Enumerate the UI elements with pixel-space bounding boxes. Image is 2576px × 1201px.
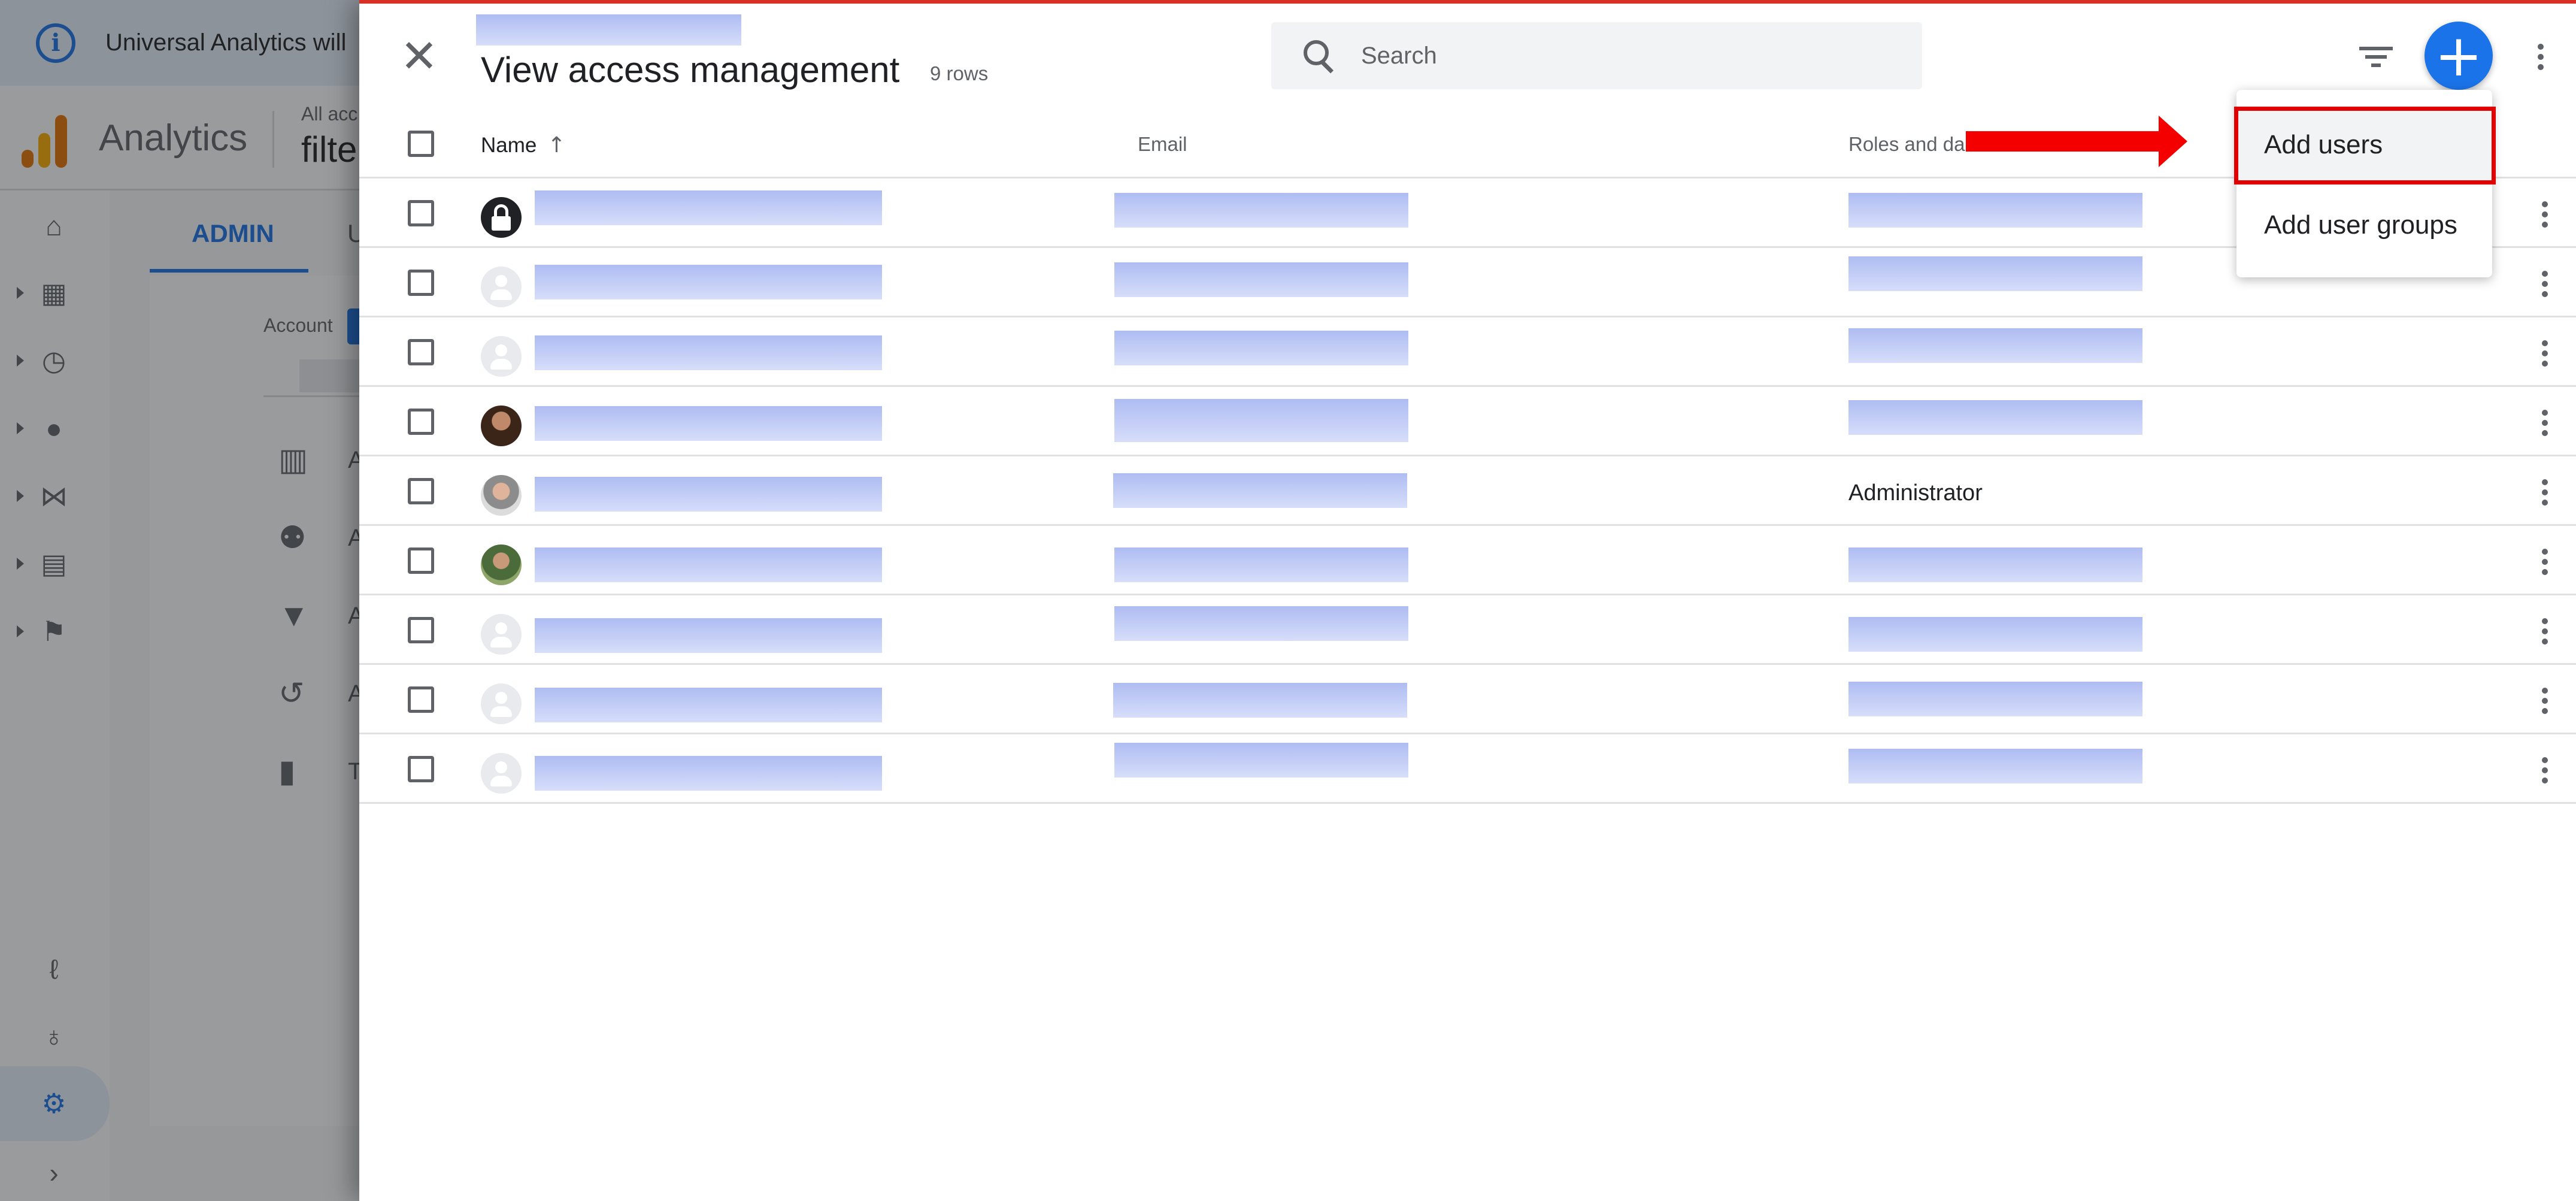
table-row[interactable]: Administrator [359,456,2576,526]
redacted-name [535,688,882,722]
row-more-icon[interactable] [2533,749,2557,791]
row-checkbox[interactable] [408,409,434,435]
add-button[interactable]: + [2425,22,2493,90]
row-checkbox[interactable] [408,200,434,226]
redacted-name [535,547,882,582]
row-checkbox[interactable] [408,547,434,574]
annotation-highlight-box [2234,107,2496,184]
default-avatar-icon [481,267,522,307]
user-photo-avatar [481,544,522,585]
modal-scrim[interactable] [0,0,359,1201]
redacted-role [1848,547,2142,582]
role-cell: Administrator [1848,480,1983,506]
row-count: 9 rows [930,62,989,84]
redacted-email [1114,606,1408,641]
page-title: View access management [481,50,900,90]
row-more-icon[interactable] [2533,332,2557,374]
row-checkbox[interactable] [408,686,434,713]
select-all-checkbox[interactable] [408,131,434,157]
table-row[interactable] [359,526,2576,595]
redacted-name [535,190,882,225]
redacted-name [535,618,882,653]
lock-avatar-icon [481,197,522,238]
column-header-name[interactable]: Name ↑ [481,133,566,158]
redacted-name [535,477,882,512]
row-more-icon[interactable] [2533,193,2557,235]
redacted-email [1113,473,1407,508]
row-more-icon[interactable] [2533,680,2557,722]
row-more-icon[interactable] [2533,263,2557,305]
row-more-icon[interactable] [2533,471,2557,513]
redacted-role [1848,749,2142,783]
default-avatar-icon [481,336,522,377]
search-input[interactable] [1361,42,1900,69]
redacted-role [1848,617,2142,652]
redacted-email [1113,683,1407,718]
table-row[interactable] [359,665,2576,734]
row-checkbox[interactable] [408,270,434,296]
default-avatar-icon [481,683,522,724]
row-checkbox[interactable] [408,617,434,643]
table-row[interactable] [359,595,2576,665]
default-avatar-icon [481,614,522,655]
row-checkbox[interactable] [408,339,434,365]
column-header-roles[interactable]: Roles and da [1848,133,1965,156]
row-more-icon[interactable] [2533,610,2557,652]
redacted-email [1114,399,1408,442]
sort-ascending-icon[interactable]: ↑ [547,133,565,158]
column-header-email[interactable]: Email [1138,133,1187,156]
redacted-email [1114,262,1408,297]
close-icon[interactable]: ✕ [398,34,440,80]
redacted-name [535,265,882,300]
search-icon [1301,38,1337,74]
filter-icon[interactable] [2359,42,2393,72]
table-row[interactable] [359,734,2576,804]
redacted-email [1114,331,1408,365]
redacted-name [535,335,882,370]
redacted-role [1848,193,2142,228]
redacted-role [1848,256,2142,291]
menu-item-add-user-groups[interactable]: Add user groups [2236,187,2492,263]
table-row[interactable] [359,317,2576,387]
row-more-icon[interactable] [2533,402,2557,444]
redacted-role [1848,400,2142,435]
more-options-icon[interactable] [2529,36,2553,78]
redacted-breadcrumb [476,14,741,46]
row-checkbox[interactable] [408,756,434,782]
search-bar[interactable] [1271,22,1922,89]
redacted-name [535,756,882,791]
row-more-icon[interactable] [2533,541,2557,583]
redacted-email [1114,743,1408,778]
table-row[interactable] [359,387,2576,456]
redacted-name [535,406,882,441]
annotation-arrow [1966,116,2196,167]
redacted-role [1848,682,2142,716]
default-avatar-icon [481,753,522,794]
row-checkbox[interactable] [408,478,434,504]
redacted-role [1848,328,2142,363]
user-photo-avatar [481,475,522,516]
redacted-email [1114,547,1408,582]
user-photo-avatar [481,406,522,446]
redacted-email [1114,193,1408,228]
